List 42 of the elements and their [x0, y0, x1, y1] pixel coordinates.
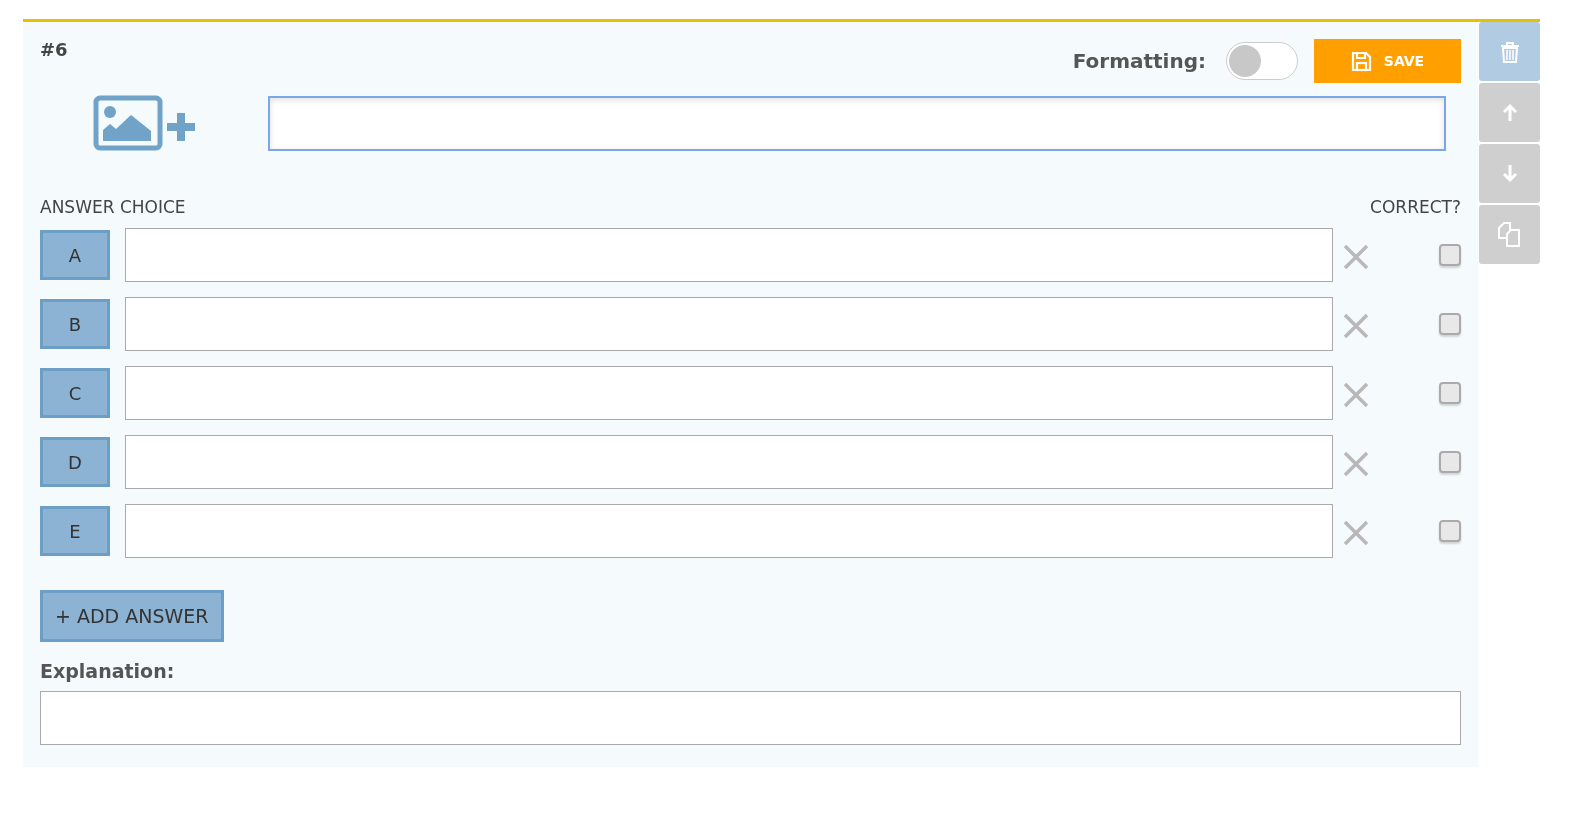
- delete-button[interactable]: [1479, 22, 1540, 81]
- answer-choice-header: ANSWER CHOICE: [40, 197, 186, 217]
- answer-letter: B: [40, 299, 110, 349]
- copy-icon: [1497, 221, 1522, 248]
- close-icon: [1343, 382, 1369, 408]
- answer-input-field[interactable]: [125, 366, 1333, 420]
- close-icon: [1343, 244, 1369, 270]
- move-up-button[interactable]: [1479, 83, 1540, 142]
- arrow-up-icon: [1502, 103, 1517, 122]
- correct-checkbox[interactable]: [1439, 313, 1461, 335]
- explanation-label: Explanation:: [40, 660, 176, 682]
- close-icon: [1343, 313, 1369, 339]
- remove-answer-button[interactable]: [1343, 382, 1369, 408]
- move-down-button[interactable]: [1479, 144, 1540, 203]
- arrow-down-icon: [1502, 164, 1517, 183]
- close-icon: [1343, 520, 1369, 546]
- remove-answer-button[interactable]: [1343, 313, 1369, 339]
- answer-input-field[interactable]: [125, 435, 1333, 489]
- answer-input-field[interactable]: [125, 297, 1333, 351]
- correct-header: CORRECT?: [1370, 197, 1461, 217]
- question-number: #6: [40, 39, 68, 60]
- correct-checkbox[interactable]: [1439, 382, 1461, 404]
- remove-answer-button[interactable]: [1343, 244, 1369, 270]
- add-answer-button[interactable]: + ADD ANSWER: [40, 590, 224, 642]
- formatting-label: Formatting:: [1072, 49, 1206, 73]
- formatting-toggle[interactable]: [1226, 42, 1298, 80]
- correct-checkbox[interactable]: [1439, 451, 1461, 473]
- answer-input-field[interactable]: [125, 504, 1333, 558]
- answer-letter: A: [40, 230, 110, 280]
- remove-answer-button[interactable]: [1343, 520, 1369, 546]
- remove-answer-button[interactable]: [1343, 451, 1369, 477]
- answer-letter: C: [40, 368, 110, 418]
- answer-letter: D: [40, 437, 110, 487]
- duplicate-button[interactable]: [1479, 205, 1540, 264]
- question-input-field[interactable]: [268, 95, 1446, 151]
- answer-letter: E: [40, 506, 110, 556]
- explanation-input-field[interactable]: [40, 691, 1461, 745]
- correct-checkbox[interactable]: [1439, 520, 1461, 542]
- answer-input-field[interactable]: [125, 228, 1333, 282]
- trash-icon: [1498, 39, 1521, 64]
- correct-checkbox[interactable]: [1439, 244, 1461, 266]
- close-icon: [1343, 451, 1369, 477]
